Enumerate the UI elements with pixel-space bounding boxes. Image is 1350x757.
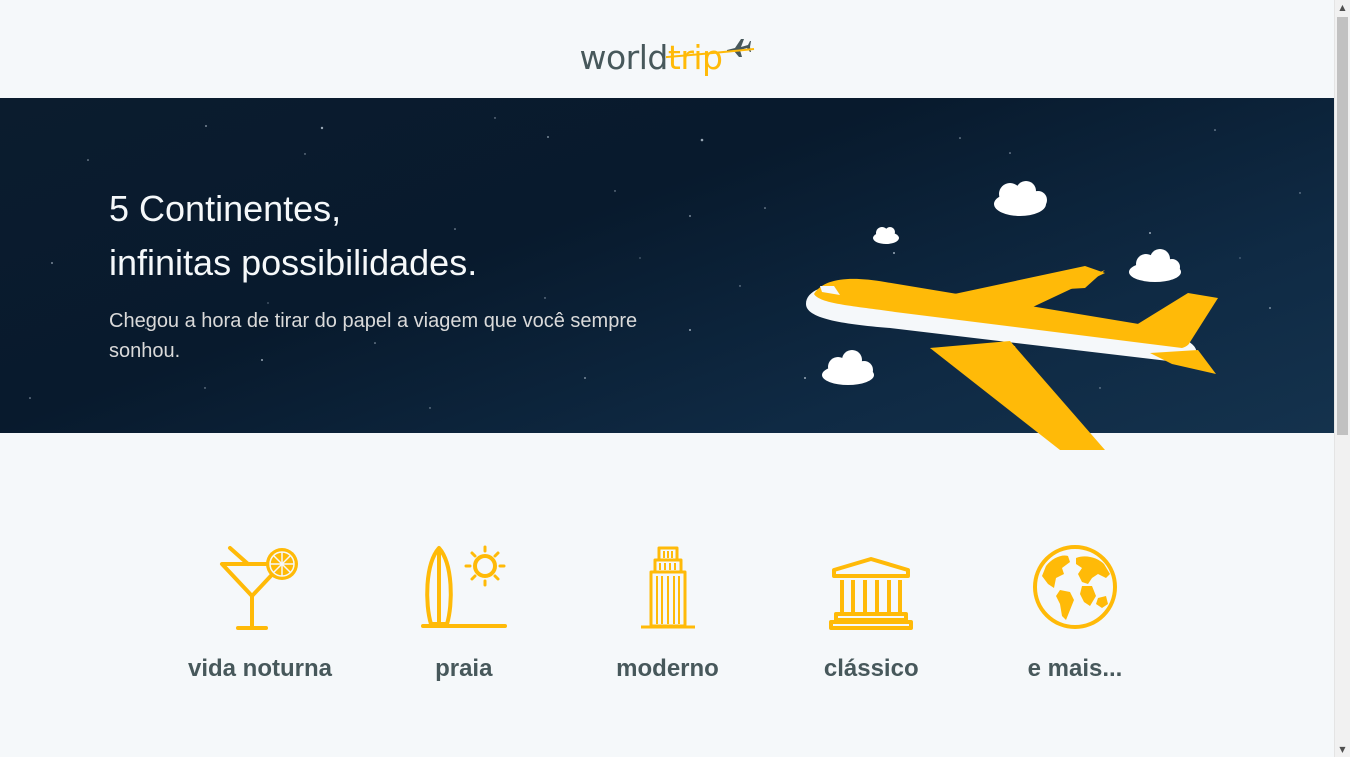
travel-categories: vida noturna praia moderno clássico e ma… (160, 540, 1175, 683)
category-label: praia (435, 655, 493, 682)
swoosh-underline-icon (665, 48, 754, 59)
globe-icon (1032, 540, 1118, 630)
category-label: vida noturna (187, 655, 332, 682)
cloud-icon (822, 350, 874, 385)
surfboard-sun-icon (420, 540, 507, 630)
category-praia[interactable]: praia (364, 540, 564, 683)
cloud-icon (994, 181, 1047, 216)
vertical-scrollbar[interactable]: ▲ ▼ (1334, 0, 1350, 757)
hero-title-line1: 5 Continentes, (109, 188, 342, 229)
airplane-illustration (806, 181, 1218, 450)
category-e-mais[interactable]: e mais... (975, 540, 1175, 683)
category-label: clássico (823, 655, 919, 682)
airplane-body-icon (806, 266, 1218, 450)
category-label: moderno (616, 655, 719, 682)
header: world trip (0, 0, 1335, 98)
logo-text-trip: trip (665, 41, 754, 74)
category-label: e mais... (1027, 655, 1123, 682)
hero-subtitle: Chegou a hora de tirar do papel a viagem… (109, 310, 638, 362)
hero-title-line2: infinitas possibilidades. (109, 242, 478, 283)
scrollbar-thumb[interactable] (1337, 17, 1348, 435)
scroll-up-arrow-icon[interactable]: ▲ (1335, 0, 1350, 15)
scroll-down-arrow-icon[interactable]: ▼ (1335, 742, 1350, 757)
page: world trip 5 Continentes, infinitas poss… (0, 0, 1335, 757)
hero-text-block: 5 Continentes, infinitas possibilidades.… (109, 182, 669, 366)
cloud-icon (1129, 249, 1181, 282)
cloud-icon (873, 227, 899, 244)
category-vida-noturna[interactable]: vida noturna (160, 540, 360, 683)
museum-icon (828, 540, 914, 630)
hero-title: 5 Continentes, infinitas possibilidades. (109, 182, 669, 290)
category-classico[interactable]: clássico (771, 540, 971, 683)
hero-banner: 5 Continentes, infinitas possibilidades.… (0, 98, 1335, 450)
skyscraper-icon (639, 540, 697, 630)
logo-text-world: world (579, 38, 669, 77)
worldtrip-logo[interactable]: world trip (579, 24, 754, 77)
category-moderno[interactable]: moderno (568, 540, 768, 683)
cocktail-icon (218, 540, 302, 630)
